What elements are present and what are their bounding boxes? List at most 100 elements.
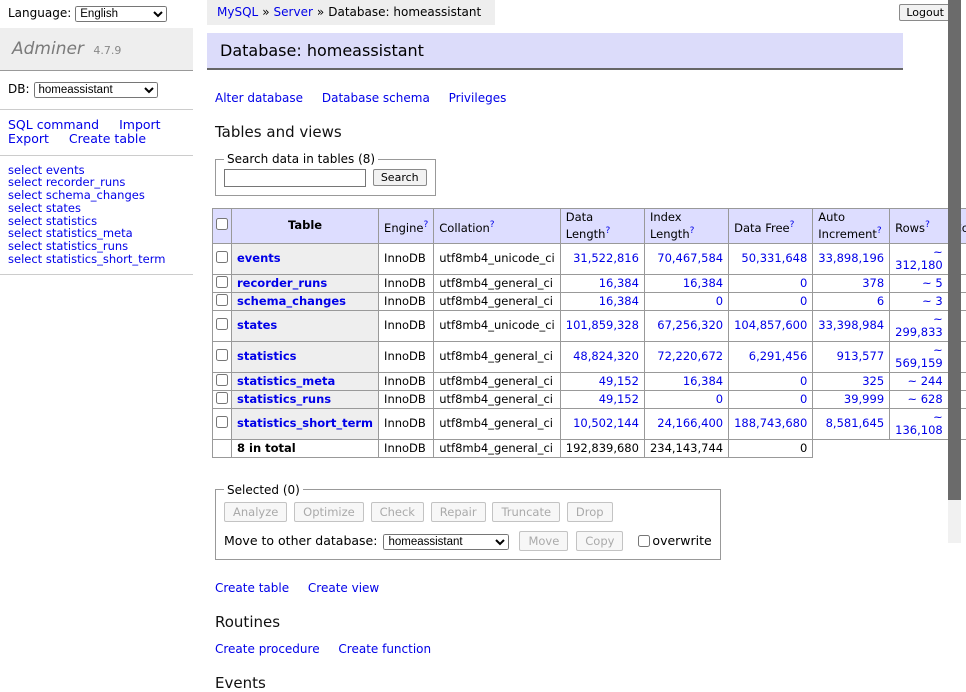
data-free-link[interactable]: 0 (800, 374, 807, 388)
doc-link-icon[interactable]: ? (925, 220, 930, 230)
table-name-link[interactable]: events (237, 251, 281, 265)
database-schema-link[interactable]: Database schema (322, 91, 430, 105)
table-name-link[interactable]: states (237, 318, 277, 332)
rows-count-link[interactable]: ~ 244 (907, 374, 942, 388)
data-length-link[interactable]: 101,859,328 (566, 318, 639, 332)
table-name-link[interactable]: statistics_runs (237, 392, 331, 406)
row-checkbox[interactable] (216, 374, 228, 386)
db-select[interactable]: homeassistant (34, 82, 158, 98)
index-length-link[interactable]: 0 (716, 392, 723, 406)
index-length-link[interactable]: 16,384 (683, 374, 723, 388)
index-length-link[interactable]: 72,220,672 (657, 349, 723, 363)
data-free-link[interactable]: 0 (800, 392, 807, 406)
sidebar-link-import[interactable]: Import (119, 117, 161, 132)
language-select[interactable]: English (75, 6, 167, 22)
doc-link-icon[interactable]: ? (877, 226, 882, 236)
move-database-select[interactable]: homeassistant (383, 534, 509, 550)
truncate-button[interactable]: Truncate (492, 502, 560, 522)
sidebar-link-sql-command[interactable]: SQL command (8, 117, 99, 132)
auto-increment-link[interactable]: 33,398,984 (818, 318, 884, 332)
row-checkbox[interactable] (216, 416, 228, 428)
create-table-link[interactable]: Create table (215, 581, 289, 595)
repair-button[interactable]: Repair (431, 502, 486, 522)
data-length-link[interactable]: 49,152 (599, 374, 639, 388)
rows-count-link[interactable]: ~ 3 (922, 294, 943, 308)
search-input[interactable] (224, 169, 366, 187)
table-name-link[interactable]: statistics_short_term (237, 416, 373, 430)
index-length-link[interactable]: 67,256,320 (657, 318, 723, 332)
index-length-link[interactable]: 24,166,400 (657, 416, 723, 430)
analyze-button[interactable]: Analyze (224, 502, 287, 522)
data-free-link[interactable]: 6,291,456 (749, 349, 808, 363)
row-checkbox[interactable] (216, 251, 228, 263)
privileges-link[interactable]: Privileges (449, 91, 507, 105)
data-length-link[interactable]: 49,152 (599, 392, 639, 406)
index-length-link[interactable]: 70,467,584 (657, 251, 723, 265)
breadcrumb-server-link[interactable]: Server (274, 5, 313, 19)
sidebar-item-select-states[interactable]: select states (8, 202, 193, 215)
data-free-link[interactable]: 104,857,600 (734, 318, 807, 332)
scrollbar-thumb[interactable] (948, 0, 961, 500)
create-function-link[interactable]: Create function (338, 642, 431, 656)
table-name-link[interactable]: statistics (237, 349, 297, 363)
app-version[interactable]: 4.7.9 (93, 44, 121, 57)
rows-count-link[interactable]: ~ 299,833 (895, 312, 943, 339)
move-button[interactable]: Move (519, 531, 568, 551)
auto-increment-link[interactable]: 325 (862, 374, 884, 388)
rows-count-link[interactable]: ~ 136,108 (895, 410, 943, 437)
sidebar-link-export[interactable]: Export (8, 131, 49, 146)
index-length-link[interactable]: 16,384 (683, 276, 723, 290)
data-length-link[interactable]: 16,384 (599, 294, 639, 308)
auto-increment-link[interactable]: 378 (862, 276, 884, 290)
auto-increment-link[interactable]: 33,898,196 (818, 251, 884, 265)
auto-increment-link[interactable]: 6 (877, 294, 884, 308)
rows-count-link[interactable]: ~ 628 (907, 392, 942, 406)
data-length-link[interactable]: 10,502,144 (573, 416, 639, 430)
row-checkbox[interactable] (216, 318, 228, 330)
doc-link-icon[interactable]: ? (790, 220, 795, 230)
data-free-link[interactable]: 0 (800, 294, 807, 308)
index-length-link[interactable]: 0 (716, 294, 723, 308)
rows-count-link[interactable]: ~ 312,180 (895, 245, 943, 272)
table-name-link[interactable]: recorder_runs (237, 276, 327, 290)
auto-increment-link[interactable]: 8,581,645 (826, 416, 885, 430)
rows-count-link[interactable]: ~ 569,159 (895, 343, 943, 370)
doc-link-icon[interactable]: ? (690, 226, 695, 236)
table-name-link[interactable]: statistics_meta (237, 374, 335, 388)
optimize-button[interactable]: Optimize (294, 502, 364, 522)
overwrite-checkbox[interactable] (638, 535, 650, 547)
row-checkbox[interactable] (216, 276, 228, 288)
create-view-link[interactable]: Create view (308, 581, 379, 595)
sidebar-item-select-schema-changes[interactable]: select schema_changes (8, 189, 193, 202)
doc-link-icon[interactable]: ? (605, 226, 610, 236)
app-name[interactable]: Adminer (12, 39, 84, 59)
sidebar-item-select-statistics-runs[interactable]: select statistics_runs (8, 240, 193, 253)
row-checkbox[interactable] (216, 349, 228, 361)
data-length-link[interactable]: 31,522,816 (573, 251, 639, 265)
doc-link-icon[interactable]: ? (423, 220, 428, 230)
db-label: DB: (8, 82, 30, 96)
data-free-link[interactable]: 0 (800, 276, 807, 290)
drop-button[interactable]: Drop (567, 502, 613, 522)
table-name-link[interactable]: schema_changes (237, 294, 346, 308)
data-length-link[interactable]: 48,824,320 (573, 349, 639, 363)
alter-database-link[interactable]: Alter database (215, 91, 303, 105)
copy-button[interactable]: Copy (576, 531, 623, 551)
data-length-link[interactable]: 16,384 (599, 276, 639, 290)
create-procedure-link[interactable]: Create procedure (215, 642, 320, 656)
check-button[interactable]: Check (371, 502, 424, 522)
data-free-link[interactable]: 50,331,648 (741, 251, 807, 265)
rows-count-link[interactable]: ~ 5 (922, 276, 943, 290)
auto-increment-link[interactable]: 913,577 (837, 349, 885, 363)
row-checkbox[interactable] (216, 294, 228, 306)
search-button[interactable]: Search (373, 169, 427, 186)
logout-button[interactable]: Logout (899, 4, 951, 21)
breadcrumb-mysql-link[interactable]: MySQL (217, 5, 258, 19)
doc-link-icon[interactable]: ? (490, 220, 495, 230)
row-checkbox[interactable] (216, 392, 228, 404)
select-all-checkbox[interactable] (216, 218, 228, 230)
auto-increment-link[interactable]: 39,999 (844, 392, 884, 406)
data-free-link[interactable]: 188,743,680 (734, 416, 807, 430)
sidebar-link-create-table[interactable]: Create table (69, 131, 146, 146)
sidebar-item-select-statistics-short-term[interactable]: select statistics_short_term (8, 253, 193, 266)
